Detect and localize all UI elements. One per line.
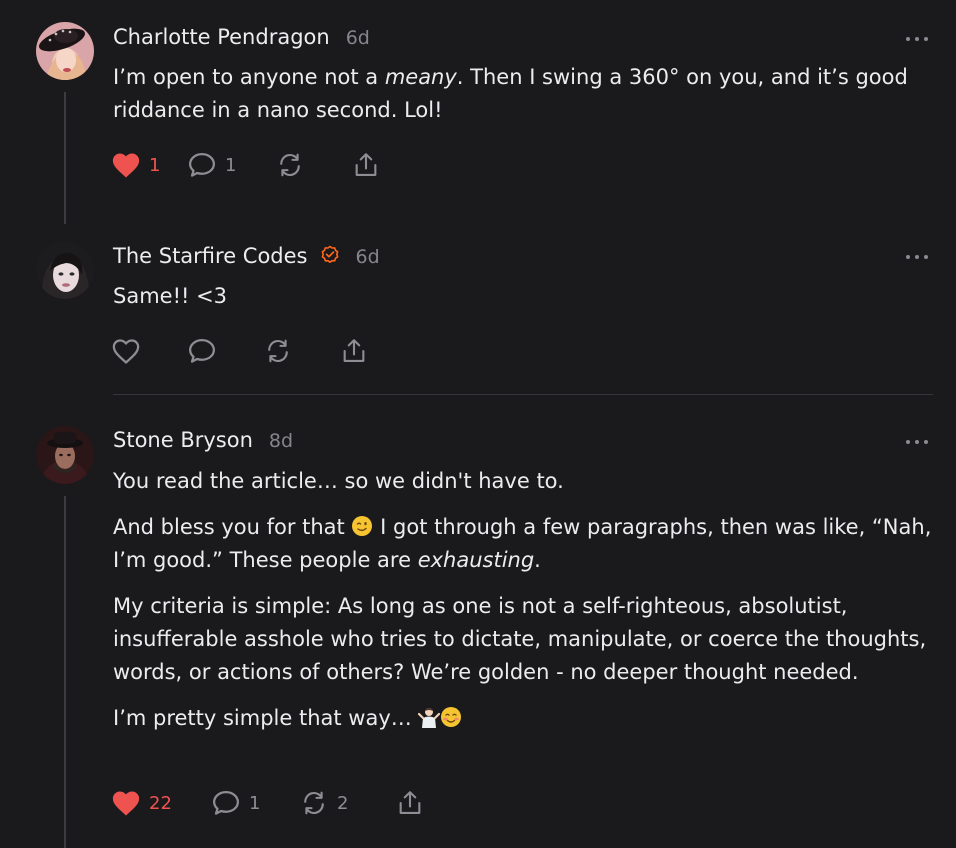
heart-icon [112,791,140,816]
share-icon [343,339,365,362]
share-icon [355,153,377,176]
author-name[interactable]: Charlotte Pendragon [113,25,330,49]
reply-button[interactable]: 1 [211,789,299,817]
thread-line [64,92,66,224]
smiling-face-emoji-icon [441,707,462,727]
share-button[interactable] [339,337,379,365]
comment-body: Same!! <3 [113,280,933,326]
author-name[interactable]: Stone Bryson [113,428,253,452]
comment-thread: Charlotte Pendragon 6d I’m open to anyon… [0,0,956,848]
restack-count: 2 [337,792,349,814]
comment-paragraph: You read the article… so we didn't have … [113,469,564,493]
share-icon [399,791,421,814]
comment-icon [189,153,215,177]
like-button[interactable] [111,337,187,365]
winking-face-emoji-icon [352,516,373,536]
like-button[interactable]: 1 [111,151,187,179]
reply-button[interactable]: 1 [187,151,275,179]
comment-body: You read the article… so we didn't have … [113,465,933,748]
comment-divider [113,394,933,395]
restack-icon [268,339,288,363]
author-name[interactable]: The Starfire Codes [113,244,308,268]
share-button[interactable] [395,789,435,817]
comment-text: I’m open to anyone not a meany. Then I s… [113,65,908,122]
heart-icon [112,339,140,364]
comment-icon [213,791,239,815]
timestamp[interactable]: 8d [269,430,293,452]
comment-icon [189,339,215,363]
comment-header: The Starfire Codes 6d [113,243,380,268]
restack-icon [280,153,300,177]
comment-paragraph: And bless you for that I got through a f… [113,515,932,572]
comment-paragraph: I’m pretty simple that way… [113,702,933,735]
comment-actions: 1 1 [111,150,391,180]
reply-count: 1 [225,154,237,176]
comment-actions [111,336,379,366]
verified-badge-icon [321,245,338,263]
man-with-hat-avatar-icon [36,426,94,484]
like-button[interactable]: 22 [111,789,211,817]
comment-body: I’m open to anyone not a meany. Then I s… [113,61,933,140]
like-count: 22 [149,792,172,814]
restack-button[interactable] [275,151,351,179]
more-options-icon[interactable] [906,34,928,44]
comment-header: Stone Bryson 8d [113,428,293,452]
comment-header: Charlotte Pendragon 6d [113,25,370,49]
comment-actions: 22 1 2 [111,788,435,818]
comment-paragraph: My criteria is simple: As long as one is… [113,594,927,684]
restack-button[interactable] [263,337,339,365]
restack-button[interactable]: 2 [299,789,395,817]
heart-icon [112,153,140,178]
timestamp[interactable]: 6d [356,246,380,268]
more-options-icon[interactable] [906,437,928,447]
comment-text: Same!! <3 [113,284,228,308]
like-count: 1 [149,154,161,176]
avatar[interactable] [36,241,94,299]
person-shrugging-emoji-icon [418,708,441,728]
woman-with-hat-avatar-icon [36,22,94,80]
timestamp[interactable]: 6d [346,27,370,49]
reply-button[interactable] [187,337,263,365]
share-button[interactable] [351,151,391,179]
thread-line [64,496,66,848]
restack-icon [304,791,324,815]
reply-count: 1 [249,792,261,814]
more-options-icon[interactable] [906,252,928,262]
avatar[interactable] [36,426,94,484]
woman-portrait-avatar-icon [36,241,94,299]
avatar[interactable] [36,22,94,80]
